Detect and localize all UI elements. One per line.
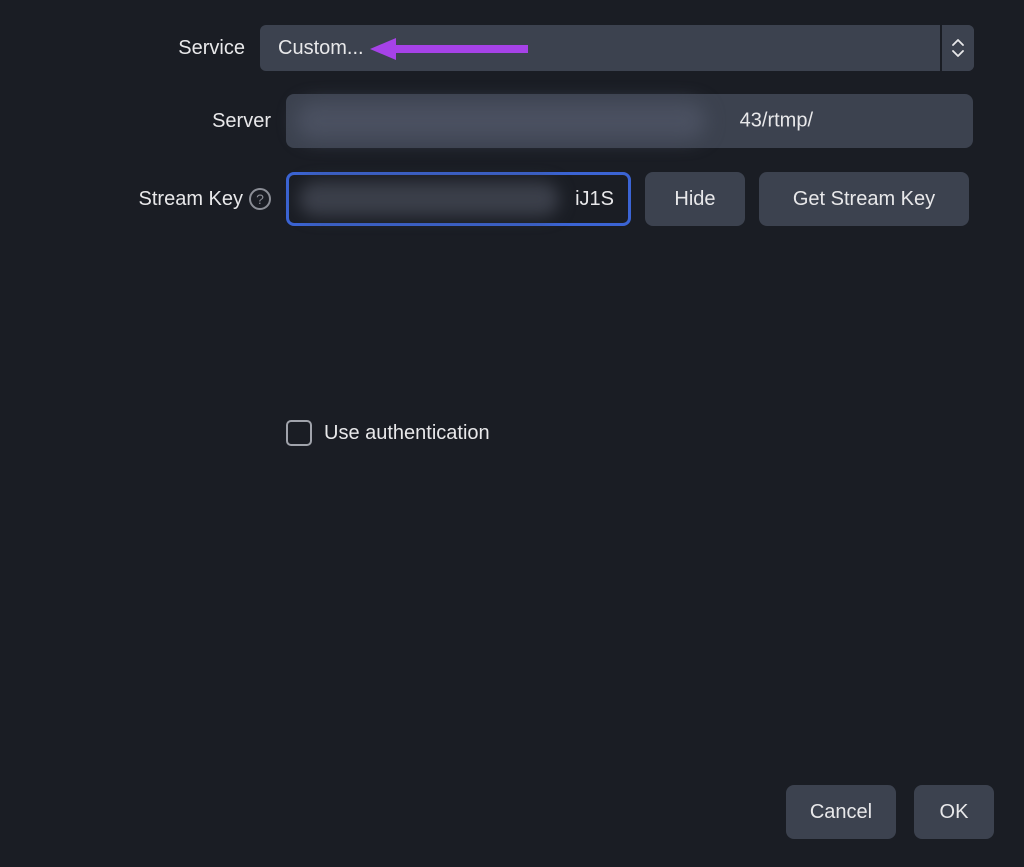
chevron-up-icon	[952, 39, 964, 47]
stream-key-label: Stream Key ?	[0, 188, 286, 211]
cancel-button-label: Cancel	[810, 801, 872, 824]
ok-button-label: OK	[940, 801, 969, 824]
stream-key-redacted	[299, 182, 559, 216]
cancel-button[interactable]: Cancel	[786, 785, 896, 839]
service-select-value: Custom...	[278, 37, 364, 60]
server-input[interactable]: 43/rtmp/	[286, 94, 973, 148]
server-label-text: Server	[212, 110, 271, 133]
chevron-down-icon	[952, 49, 964, 57]
service-select[interactable]: Custom...	[260, 25, 974, 71]
help-icon[interactable]: ?	[249, 188, 271, 210]
stream-key-visible-text: iJ1S	[575, 188, 614, 211]
get-stream-key-button-label: Get Stream Key	[793, 188, 935, 211]
hide-button-label: Hide	[674, 188, 715, 211]
server-row: Server 43/rtmp/	[0, 94, 973, 148]
service-stepper-icon[interactable]	[940, 25, 974, 71]
dialog-footer: Cancel OK	[786, 785, 994, 839]
ok-button[interactable]: OK	[914, 785, 994, 839]
stream-key-row: Stream Key ? iJ1S Hide Get Stream Key	[0, 172, 969, 226]
get-stream-key-button[interactable]: Get Stream Key	[759, 172, 969, 226]
stream-key-input[interactable]: iJ1S	[286, 172, 631, 226]
use-auth-label: Use authentication	[324, 422, 490, 445]
server-visible-text: 43/rtmp/	[740, 110, 813, 133]
service-label: Service	[0, 37, 260, 60]
hide-button[interactable]: Hide	[645, 172, 745, 226]
service-label-text: Service	[178, 37, 245, 60]
service-row: Service Custom...	[0, 25, 974, 71]
use-auth-row: Use authentication	[286, 420, 490, 446]
server-label: Server	[0, 110, 286, 133]
server-redacted	[296, 102, 706, 140]
use-auth-checkbox[interactable]	[286, 420, 312, 446]
stream-key-label-text: Stream Key	[139, 188, 243, 211]
